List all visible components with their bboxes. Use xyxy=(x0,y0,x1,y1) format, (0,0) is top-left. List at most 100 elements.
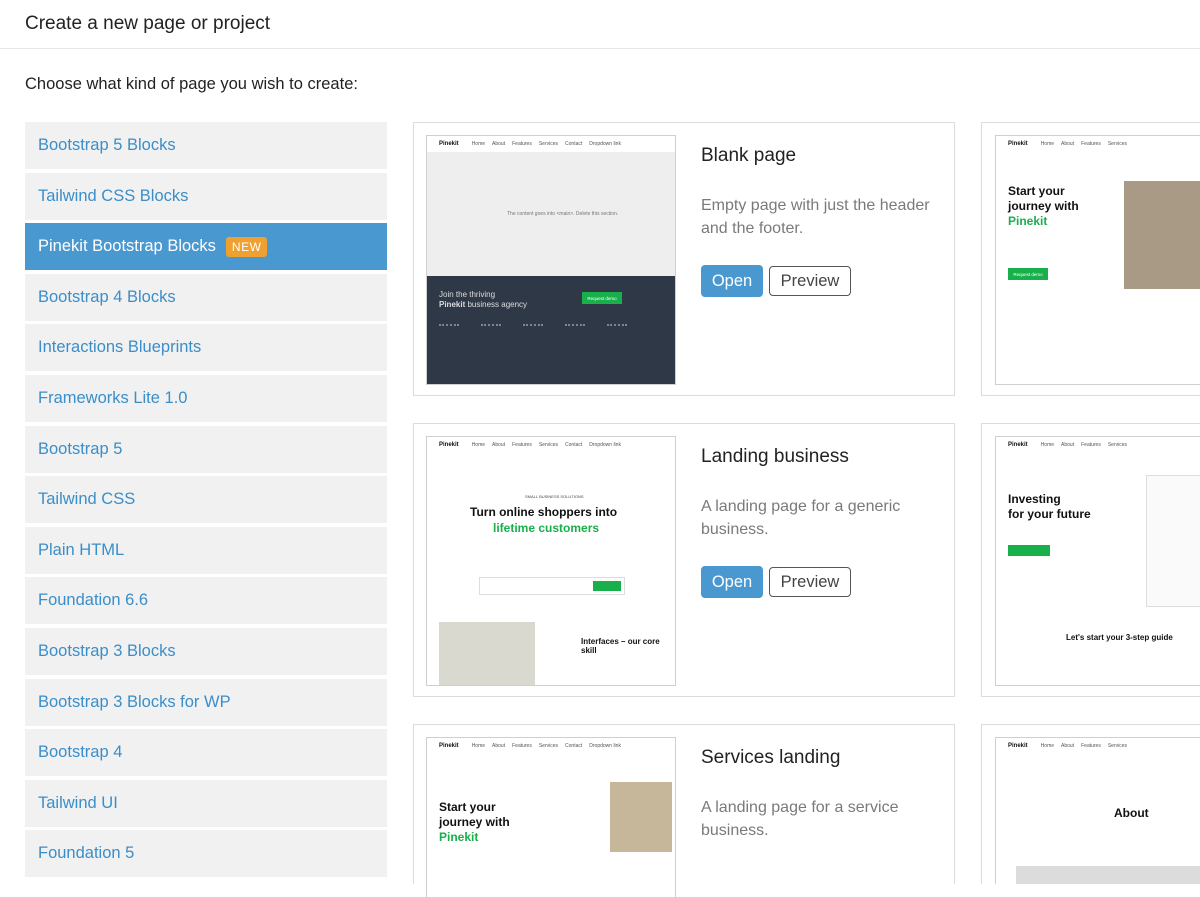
thumbnail-image xyxy=(1124,181,1200,289)
sidebar-item-bootstrap-4[interactable]: Bootstrap 4 xyxy=(25,729,387,777)
card-description: Empty page with just the header and the … xyxy=(701,197,930,237)
thumbnail-nav: Pinekit Home About Features Services xyxy=(996,136,1200,152)
template-thumbnail[interactable]: Pinekit Home About Features Services Con… xyxy=(426,135,676,385)
thumbnail-logo: Pinekit xyxy=(1008,442,1028,448)
template-card-services-landing: Pinekit Home About Features Services Con… xyxy=(413,724,955,897)
sidebar-item-tailwind-ui[interactable]: Tailwind UI xyxy=(25,779,387,827)
thumbnail-logo: Pinekit xyxy=(1008,743,1028,749)
card-title: Blank page xyxy=(701,145,797,166)
template-thumbnail[interactable]: Pinekit Home About Features Services Con… xyxy=(426,436,676,686)
thumbnail-nav-item: Home xyxy=(471,141,486,147)
template-thumbnail[interactable]: Pinekit Home About Features Services Sta… xyxy=(995,135,1200,385)
sidebar-item-label: Plain HTML xyxy=(38,540,125,559)
thumbnail-headline: Turn online shoppers into xyxy=(470,505,618,519)
template-thumbnail[interactable]: Pinekit Home About Features Services Con… xyxy=(426,737,676,897)
template-card-right-1: Pinekit Home About Features Services Sta… xyxy=(981,122,1200,396)
thumbnail-headline: Start your xyxy=(439,800,496,814)
thumbnail-headline: About xyxy=(1114,806,1149,820)
thumbnail-nav: Pinekit Home About Features Services Con… xyxy=(427,437,675,453)
sidebar-item-tailwind-css-blocks[interactable]: Tailwind CSS Blocks xyxy=(25,172,387,220)
sidebar-item-label: Tailwind UI xyxy=(38,793,118,812)
category-sidebar: Bootstrap 5 Blocks Tailwind CSS Blocks P… xyxy=(25,122,387,881)
sidebar-item-label: Tailwind CSS xyxy=(38,490,136,509)
template-card-right-2: Pinekit Home About Features Services Inv… xyxy=(981,423,1200,697)
sidebar-item-label: Foundation 5 xyxy=(38,844,135,863)
thumbnail-nav-item: Home xyxy=(1040,442,1055,448)
thumbnail-nav-item: Home xyxy=(471,743,486,749)
thumbnail-subheading: Interfaces – our core skill xyxy=(581,637,660,655)
thumbnail-headline: Start your xyxy=(1008,184,1065,198)
sidebar-item-label: Bootstrap 4 Blocks xyxy=(38,287,176,306)
thumbnail-headline: journey with xyxy=(439,815,510,829)
thumbnail-nav-item: Services xyxy=(1107,442,1128,448)
thumbnail-footer-col xyxy=(481,324,501,366)
sidebar-item-label: Bootstrap 3 Blocks xyxy=(38,641,176,660)
thumbnail-nav-item: Home xyxy=(471,442,486,448)
template-thumbnail[interactable]: Pinekit Home About Features Services Inv… xyxy=(995,436,1200,686)
thumbnail-footer: Join the thriving Pinekit business agenc… xyxy=(427,276,675,384)
sidebar-item-label: Tailwind CSS Blocks xyxy=(38,186,189,205)
thumbnail-nav-item: About xyxy=(492,141,506,147)
thumbnail-footer-suffix: business agency xyxy=(465,300,528,309)
sidebar-item-bootstrap-5-blocks[interactable]: Bootstrap 5 Blocks xyxy=(25,122,387,169)
thumbnail-footer-col xyxy=(565,324,585,366)
thumbnail-nav: Pinekit Home About Features Services Con… xyxy=(427,136,675,152)
thumbnail-footer-columns xyxy=(439,324,663,372)
sidebar-item-label: Bootstrap 3 Blocks for WP xyxy=(38,692,231,711)
sidebar-item-foundation-6-6[interactable]: Foundation 6.6 xyxy=(25,577,387,625)
thumbnail-nav-item: About xyxy=(1061,743,1075,749)
sidebar-item-label: Foundation 6.6 xyxy=(38,591,149,610)
template-thumbnail[interactable]: Pinekit Home About Features Services Abo… xyxy=(995,737,1200,884)
thumbnail-nav-item: Contact xyxy=(565,442,583,448)
thumbnail-subheading: Let's start your 3-step guide xyxy=(1066,633,1173,642)
thumbnail-nav-item: Services xyxy=(538,141,559,147)
thumbnail-headline: journey with xyxy=(1008,199,1079,213)
sidebar-item-label: Interactions Blueprints xyxy=(38,338,202,357)
thumbnail-image xyxy=(610,782,672,852)
thumbnail-demo-button: Request demo xyxy=(1008,268,1048,280)
thumbnail-nav-item: Contact xyxy=(565,141,583,147)
sidebar-item-label: Bootstrap 5 xyxy=(38,439,123,458)
thumbnail-nav-item: Services xyxy=(1107,743,1128,749)
thumbnail-nav-item: Features xyxy=(1081,743,1101,749)
sidebar-item-foundation-5[interactable]: Foundation 5 xyxy=(25,830,387,878)
sidebar-item-bootstrap-4-blocks[interactable]: Bootstrap 4 Blocks xyxy=(25,273,387,321)
thumbnail-headline-accent: Pinekit xyxy=(439,830,479,844)
preview-button[interactable]: Preview xyxy=(769,567,851,597)
sidebar-item-label: Frameworks Lite 1.0 xyxy=(38,388,188,407)
sidebar-item-pinekit-bootstrap-blocks[interactable]: Pinekit Bootstrap Blocks NEW xyxy=(25,223,387,271)
template-card-landing-business: Pinekit Home About Features Services Con… xyxy=(413,423,955,697)
sidebar-item-plain-html[interactable]: Plain HTML xyxy=(25,526,387,574)
open-button[interactable]: Open xyxy=(701,265,763,297)
thumbnail-image xyxy=(1016,866,1200,884)
open-button[interactable]: Open xyxy=(701,566,763,598)
thumbnail-footer-col xyxy=(607,324,627,366)
thumbnail-logo: Pinekit xyxy=(439,141,459,147)
sidebar-item-tailwind-css[interactable]: Tailwind CSS xyxy=(25,476,387,524)
preview-button[interactable]: Preview xyxy=(769,266,851,296)
thumbnail-nav-item: Services xyxy=(538,442,559,448)
thumbnail-nav-item: Features xyxy=(512,442,532,448)
thumbnail-nav-item: About xyxy=(1061,141,1075,147)
thumbnail-footer-line: Join the thriving xyxy=(439,290,496,299)
thumbnail-nav-item: Home xyxy=(1040,141,1055,147)
page-title: Create a new page or project xyxy=(25,13,271,34)
thumbnail-nav: Pinekit Home About Features Services xyxy=(996,437,1200,453)
sidebar-item-bootstrap-3-blocks-wp[interactable]: Bootstrap 3 Blocks for WP xyxy=(25,678,387,726)
card-title: Services landing xyxy=(701,747,841,768)
thumbnail-demo-button: Request demo xyxy=(582,292,622,304)
sidebar-item-bootstrap-5[interactable]: Bootstrap 5 xyxy=(25,425,387,473)
thumbnail-logo: Pinekit xyxy=(439,743,459,749)
thumbnail-eyebrow: SMALL BUSINESS SOLUTIONS xyxy=(525,494,584,499)
sidebar-item-bootstrap-3-blocks[interactable]: Bootstrap 3 Blocks xyxy=(25,627,387,675)
thumbnail-nav: Pinekit Home About Features Services xyxy=(996,738,1200,754)
instruction-text: Choose what kind of page you wish to cre… xyxy=(25,75,358,93)
sidebar-item-frameworks-lite[interactable]: Frameworks Lite 1.0 xyxy=(25,374,387,422)
sidebar-item-interactions-blueprints[interactable]: Interactions Blueprints xyxy=(25,324,387,372)
sidebar-item-label: Bootstrap 5 Blocks xyxy=(38,136,176,154)
thumbnail-nav-item: Features xyxy=(1081,141,1101,147)
thumbnail-nav-item: Features xyxy=(512,141,532,147)
thumbnail-nav: Pinekit Home About Features Services Con… xyxy=(427,738,675,754)
new-badge: NEW xyxy=(225,236,268,257)
thumbnail-cta xyxy=(593,581,621,591)
